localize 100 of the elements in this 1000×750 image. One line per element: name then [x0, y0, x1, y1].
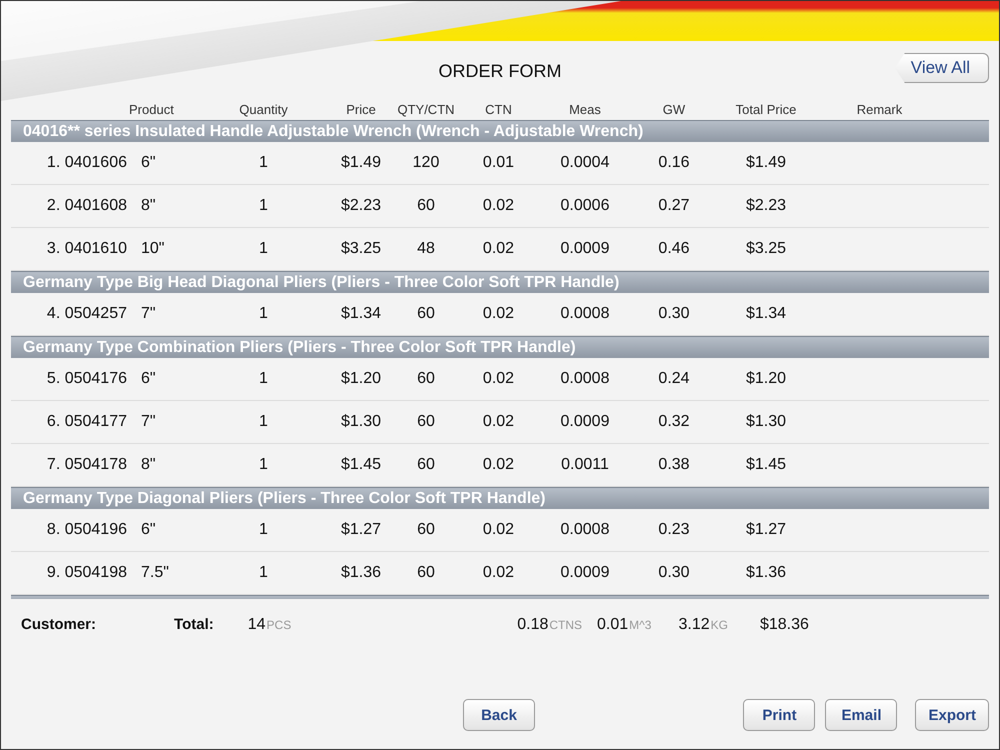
table-cell-text: 0.02	[482, 521, 516, 539]
table-cell-text: 60	[416, 413, 436, 431]
column-header: Meas	[568, 102, 602, 117]
table-cell-text: 120	[412, 154, 440, 172]
table-cell-text: $1.27	[744, 521, 788, 539]
unit-label: PCS	[266, 618, 292, 632]
table-cell-text: 60	[416, 370, 436, 388]
table-cell-text: 0.0011	[560, 456, 610, 474]
item-code: 2. 0401608	[46, 197, 128, 215]
section-header: 04016** series Insulated Handle Adjustable Wrench (Wrench - Adjustable Wrench)	[11, 120, 989, 142]
table-cell-text: 0.02	[482, 370, 516, 388]
size-cell-text: 10"	[140, 240, 166, 258]
table-cell-text: $1.49	[744, 154, 788, 172]
table-cell-text: 0.0008	[560, 305, 610, 323]
item-code: 5. 0504176	[46, 370, 128, 388]
table-cell-text: 0.16	[657, 154, 691, 172]
table-cell-text: 60	[416, 197, 436, 215]
size-cell-text: 7"	[140, 413, 157, 431]
table-cell-text: 1	[258, 413, 269, 431]
unit-label: CTNS	[549, 618, 582, 632]
back-button[interactable]: Back	[463, 699, 535, 731]
table-cell-text: 60	[416, 305, 436, 323]
table-cell-text: 0.0008	[560, 370, 610, 388]
table-cell-text: 1	[258, 370, 269, 388]
item-code: 3. 0401610	[46, 240, 128, 258]
table-cell-text: $3.25	[340, 240, 382, 258]
item-code: 8. 0504196	[46, 521, 128, 539]
table-cell-text: 60	[416, 456, 436, 474]
size-cell-text: 7.5"	[140, 564, 170, 582]
action-button[interactable]: Email	[825, 699, 898, 731]
item-code: 6. 0504177	[46, 413, 128, 431]
action-button[interactable]: Print	[743, 699, 816, 731]
table-cell-text: 0.01	[482, 154, 516, 172]
unit-label: KG	[710, 618, 728, 632]
action-button[interactable]: Export	[915, 699, 989, 731]
total-volume: 0.01	[597, 616, 628, 634]
table-cell-text: $2.23	[744, 197, 788, 215]
unit-label: M^3	[629, 618, 652, 632]
table-cell-text: $1.36	[744, 564, 788, 582]
view-all-button[interactable]: View All	[894, 53, 989, 83]
table-cell-text: 48	[416, 240, 436, 258]
table-cell-text: $1.30	[744, 413, 788, 431]
table-cell-text: 0.02	[482, 240, 516, 258]
item-code: 4. 0504257	[46, 305, 128, 323]
table-cell-text: $1.20	[340, 370, 382, 388]
table-cell-text: 0.0006	[560, 197, 610, 215]
item-code: 7. 0504178	[46, 456, 128, 474]
table-cell-text: $3.25	[744, 240, 788, 258]
table-cell-text: 0.02	[482, 197, 516, 215]
table-cell-text: 60	[416, 564, 436, 582]
table-cell-text: 1	[258, 240, 269, 258]
table-cell-text: 0.0009	[560, 413, 610, 431]
table-cell-text: 1	[258, 197, 269, 215]
table-cell-text: $1.49	[340, 154, 382, 172]
column-header: Quantity	[238, 102, 289, 117]
table-cell-text: $1.36	[340, 564, 382, 582]
table-cell-text: 1	[258, 564, 269, 582]
table-cell-text: 0.30	[657, 305, 691, 323]
total-weight: 3.12	[678, 616, 710, 634]
size-cell-text: 8"	[140, 197, 157, 215]
size-cell-text: 7"	[140, 305, 157, 323]
item-code: 9. 0504198	[46, 564, 128, 582]
table-cell-text: 0.38	[657, 456, 691, 474]
table-cell-text: 0.02	[482, 305, 516, 323]
table-cell-text: 1	[258, 305, 269, 323]
page-title: ORDER FORM	[438, 60, 562, 82]
column-header: CTN	[484, 102, 513, 117]
total-cartons: 0.18	[517, 616, 548, 634]
table-cell-text: $1.45	[744, 456, 788, 474]
total-price: $18.36	[760, 616, 809, 634]
table-cell-text: $2.23	[340, 197, 382, 215]
column-header: Remark	[856, 102, 904, 117]
table-cell-text: 0.02	[482, 413, 516, 431]
table-cell-text: 0.02	[482, 456, 516, 474]
size-cell-text: 6"	[140, 370, 157, 388]
table-cell-text: $1.34	[744, 305, 788, 323]
section-header: Germany Type Combination Pliers (Pliers - Three Color Soft TPR Handle)	[11, 336, 989, 358]
table-cell-text: $1.45	[340, 456, 382, 474]
column-header: Total Price	[734, 102, 798, 117]
table-cell-text: 1	[258, 154, 269, 172]
table-cell-text: $1.27	[340, 521, 382, 539]
table-cell-text: 0.23	[657, 521, 691, 539]
table-cell-text: 0.27	[657, 197, 691, 215]
table-cell-text: 0.0009	[560, 564, 610, 582]
column-header: GW	[662, 102, 686, 117]
table-cell-text: $1.34	[340, 305, 382, 323]
table-cell-text: $1.30	[340, 413, 382, 431]
section-header: Germany Type Diagonal Pliers (Pliers - Three Color Soft TPR Handle)	[11, 487, 989, 509]
table-cell-text: 0.0008	[560, 521, 610, 539]
size-cell-text: 6"	[140, 521, 157, 539]
size-cell-text: 8"	[140, 456, 157, 474]
table-cell-text: 0.0009	[560, 240, 610, 258]
table-cell-text: 1	[258, 521, 269, 539]
customer-label: Customer:	[21, 616, 96, 633]
total-pieces: 14	[248, 616, 266, 634]
table-cell-text: 0.24	[657, 370, 691, 388]
column-header: QTY/CTN	[396, 102, 456, 117]
table-cell-text: 0.02	[482, 564, 516, 582]
size-cell-text: 6"	[140, 154, 157, 172]
table-cell-text: 0.32	[657, 413, 691, 431]
